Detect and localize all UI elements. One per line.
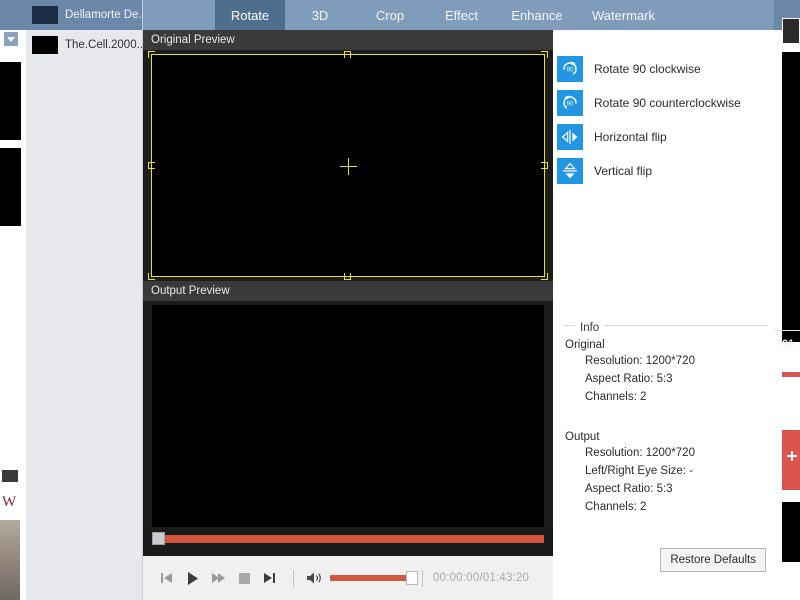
seek-bar[interactable] [143,529,553,549]
original-preview-header: Original Preview [143,30,553,50]
original-preview-stage[interactable] [143,50,553,281]
info-original-resolution: Resolution: 1200*720 [585,355,695,367]
selection-box[interactable] [148,51,548,280]
background-right-video-2 [782,502,800,562]
info-legend: Info [563,318,768,334]
volume-icon[interactable] [304,567,326,589]
info-output-eye-size: Left/Right Eye Size: - [585,465,694,477]
output-preview-stage [143,301,553,549]
background-logo-glyph: W [2,494,17,510]
tab-crop[interactable]: Crop [355,0,425,30]
handle-top-right[interactable] [541,51,548,58]
transport-divider-2 [422,569,423,587]
info-legend-label: Info [575,322,605,334]
background-thumbnail-a [0,62,21,140]
background-right-text: 01 [782,338,795,350]
svg-text:90: 90 [567,102,574,108]
info-output-channels: Channels: 2 [585,501,647,513]
output-preview-header: Output Preview [143,281,553,301]
horizontal-flip-label: Horizontal flip [594,130,667,144]
info-original-aspect-ratio: Aspect Ratio: 5:3 [585,373,673,385]
background-right-card [782,430,800,490]
handle-top-center[interactable] [344,51,351,58]
file-list-item-1[interactable]: The.Cell.2000.. [26,30,142,60]
fast-forward-button[interactable] [205,565,231,591]
info-output-resolution: Resolution: 1200*720 [585,447,695,459]
rotate-90-clockwise-label: Rotate 90 clockwise [594,62,701,76]
rotate-options-list: 90 Rotate 90 clockwise 90 Rotate 90 coun… [553,30,774,188]
rotate-90-counterclockwise-option[interactable]: 90 Rotate 90 counterclockwise [557,86,774,120]
rotate-90-counterclockwise-label: Rotate 90 counterclockwise [594,96,741,110]
handle-top-left[interactable] [148,51,155,58]
tab-watermark[interactable]: Watermark [576,0,671,30]
play-button[interactable] [179,565,205,591]
preview-column: Original Preview Output Preview [143,30,553,600]
background-left-blue-bar [0,0,26,30]
previous-button[interactable] [153,565,179,591]
vertical-flip-option[interactable]: Vertical flip [557,154,774,188]
transport-divider-1 [293,569,294,587]
info-output-heading: Output [565,431,600,443]
handle-bottom-right[interactable] [541,273,548,280]
info-original-channels: Channels: 2 [585,391,647,403]
file-list-item-0[interactable]: Dellamorte De.. [26,0,142,30]
handle-bottom-left[interactable] [148,273,155,280]
info-output-aspect-ratio: Aspect Ratio: 5:3 [585,483,673,495]
volume-slider-thumb[interactable] [406,571,418,585]
background-right-panel [782,18,800,44]
volume-slider[interactable] [330,571,418,585]
info-original-heading: Original [565,339,605,351]
background-thumbnail-b [0,148,21,226]
horizontal-flip-option[interactable]: Horizontal flip [557,120,774,154]
video-editor-window: Rotate 3D Crop Effect Enhance Watermark … [26,0,774,600]
vertical-flip-label: Vertical flip [594,164,653,178]
handle-left-center[interactable] [148,161,155,169]
rotate-counterclockwise-90-icon: 90 [557,90,583,116]
handle-bottom-center[interactable] [344,273,351,280]
rotate-90-clockwise-option[interactable]: 90 Rotate 90 clockwise [557,52,774,86]
scroll-down-arrow-icon[interactable] [4,32,18,46]
stop-button[interactable] [231,565,257,591]
svg-text:90: 90 [567,68,574,74]
tab-rotate[interactable]: Rotate [215,0,285,30]
file-thumbnail [32,36,58,54]
tab-enhance[interactable]: Enhance [498,0,576,30]
file-list-item-label: Dellamorte De.. [65,9,142,21]
restore-defaults-button[interactable]: Restore Defaults [660,548,766,572]
seek-thumb[interactable] [152,532,165,545]
next-button[interactable] [257,565,283,591]
tab-effect[interactable]: Effect [425,0,498,30]
background-right-video [782,52,800,342]
handle-right-center[interactable] [541,161,548,169]
seek-track[interactable] [152,535,544,543]
file-list-panel: Dellamorte De.. The.Cell.2000.. [26,0,143,600]
transport-bar: 00:00:00/01:43:20 [143,556,553,600]
info-output-group: Output Resolution: 1200*720 Left/Right E… [563,431,768,513]
horizontal-flip-icon [557,124,583,150]
vertical-flip-icon [557,158,583,184]
time-display: 00:00:00/01:43:20 [433,572,530,584]
output-video-canvas [152,305,544,527]
info-original-group: Original Resolution: 1200*720 Aspect Rat… [563,339,768,403]
background-photo [0,520,20,600]
background-right-accent [782,372,800,377]
rotate-clockwise-90-icon: 90 [557,56,583,82]
file-list-item-label: The.Cell.2000.. [65,39,142,51]
info-section: Info Original Resolution: 1200*720 Aspec… [563,318,768,519]
tool-options-panel: 90 Rotate 90 clockwise 90 Rotate 90 coun… [553,30,774,600]
tab-3d[interactable]: 3D [285,0,355,30]
background-thumbnail-c [2,470,18,482]
center-crosshair-icon [340,157,357,175]
file-thumbnail [32,6,58,24]
screen-root: W 01 Rotate 3D Crop Effect Enhance Water… [0,0,800,600]
